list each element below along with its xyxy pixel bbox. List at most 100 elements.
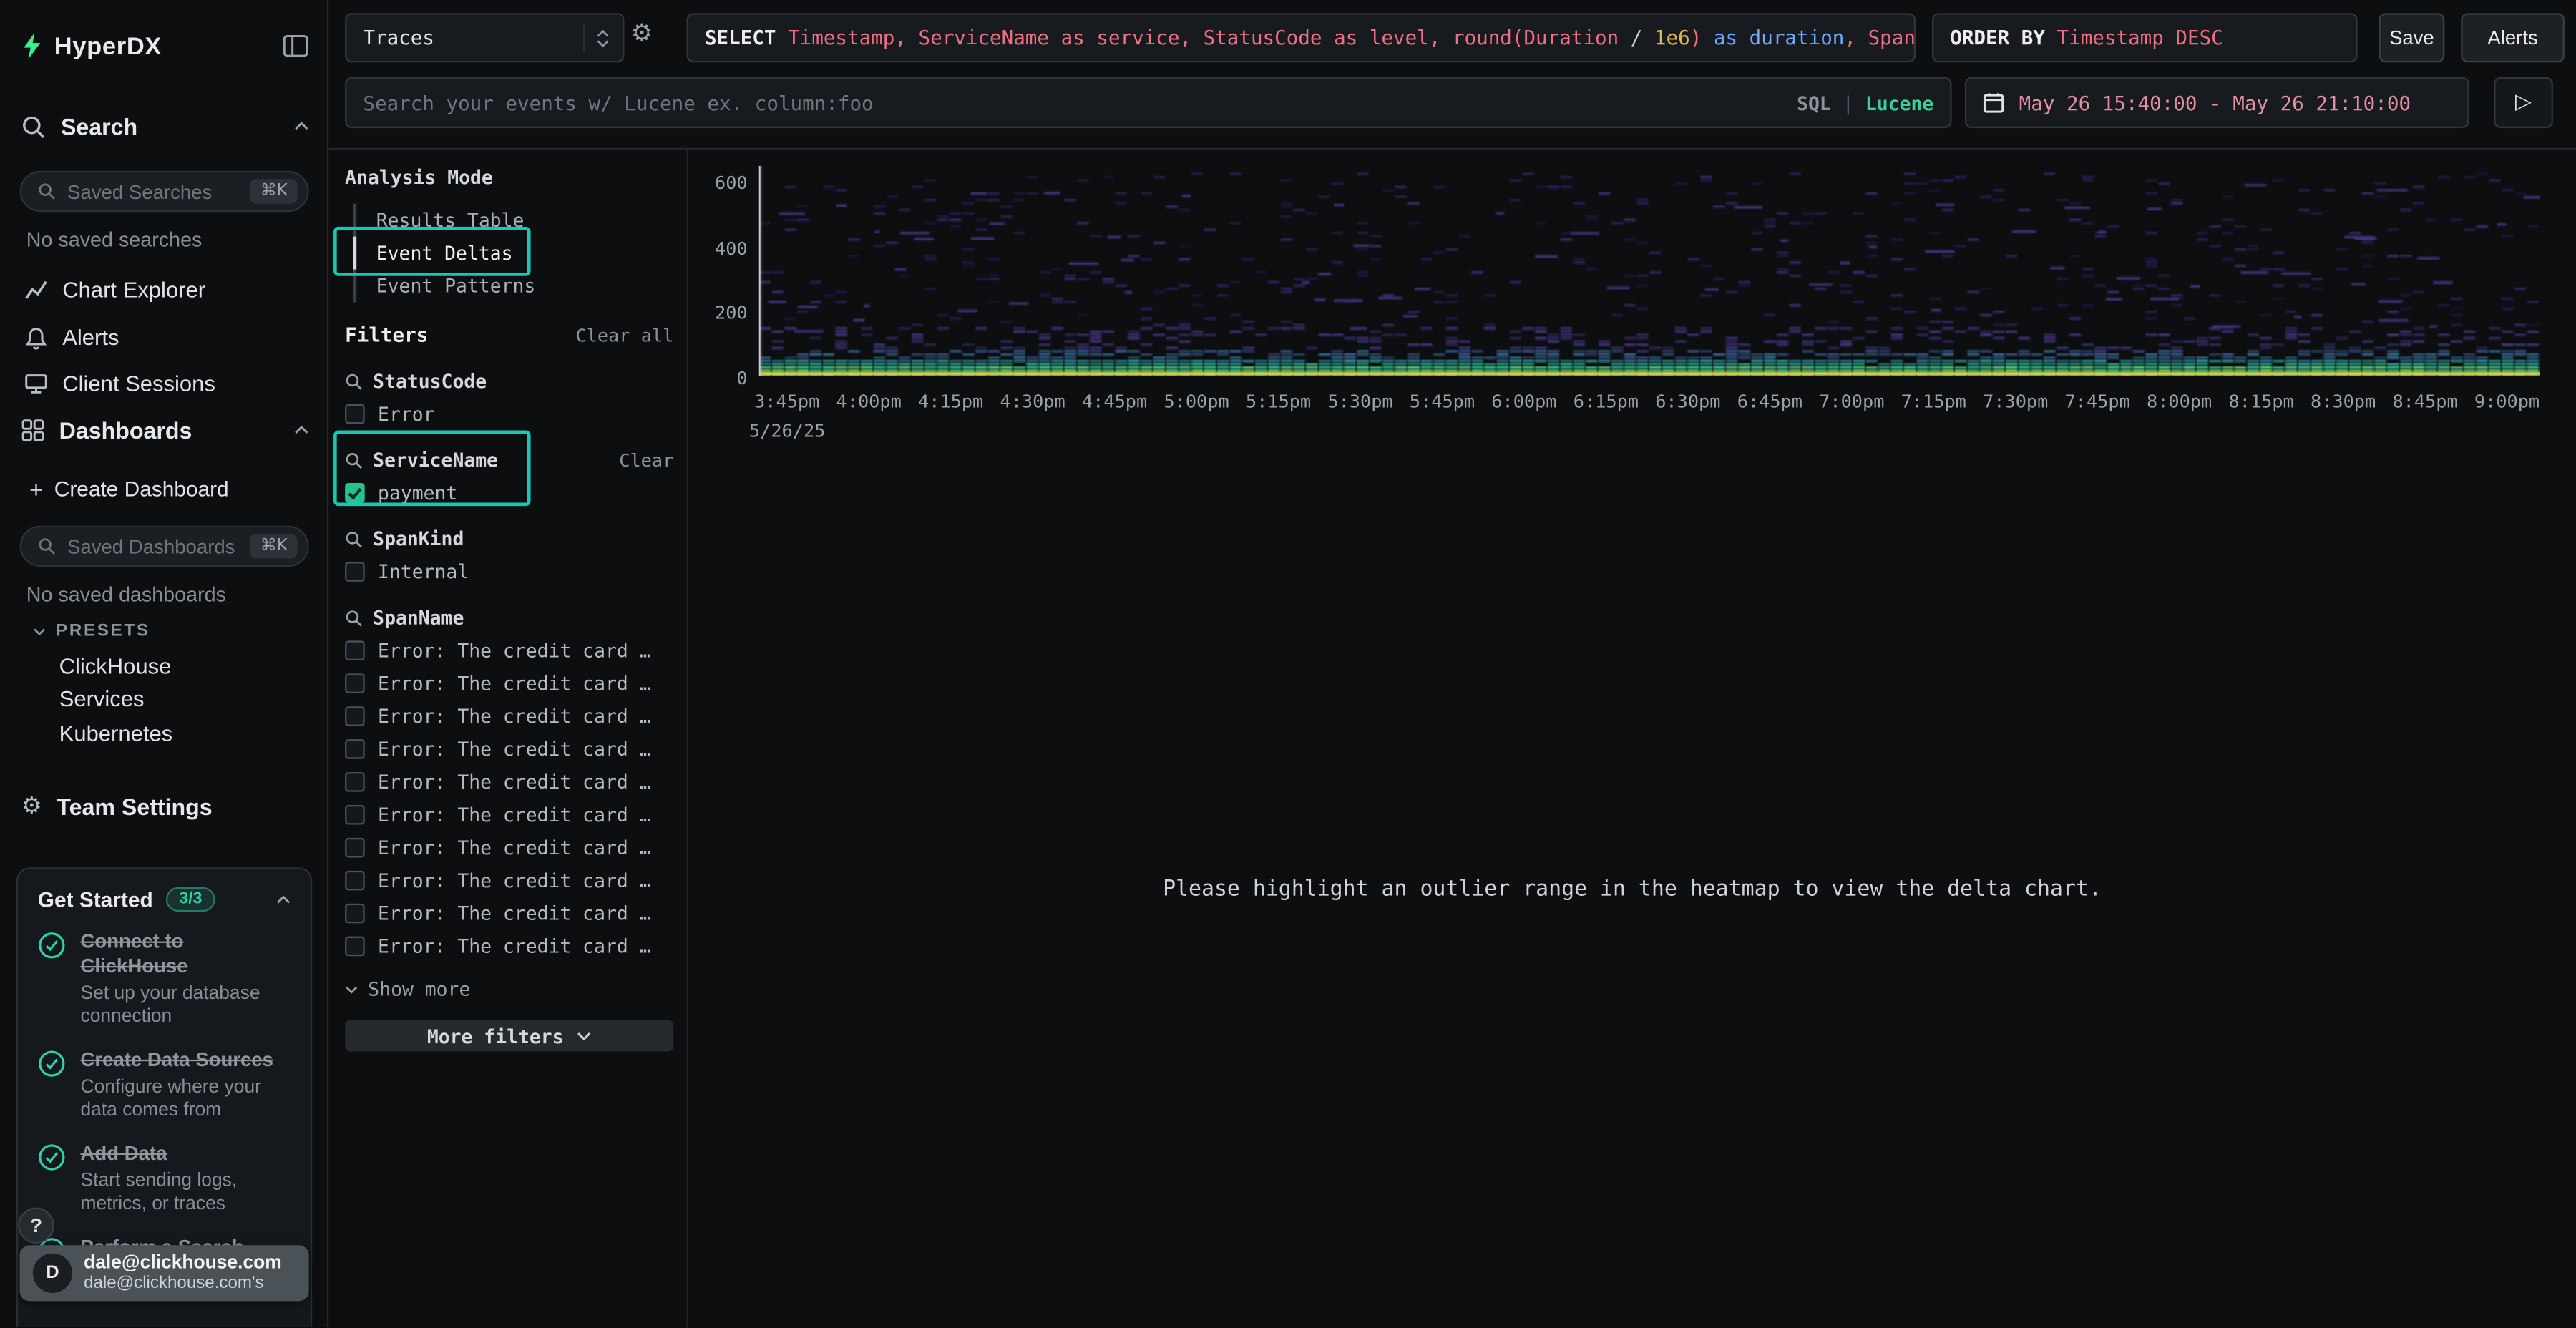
analysis-mode-event-patterns[interactable]: Event Patterns: [353, 270, 674, 303]
preset-clickhouse[interactable]: ClickHouse: [0, 652, 328, 678]
filter-clear-link[interactable]: Clear: [619, 449, 673, 471]
checkbox-icon[interactable]: [345, 640, 365, 660]
x-tick-label: 4:30pm: [1000, 391, 1065, 412]
filter-group-name: ServiceName: [373, 449, 609, 472]
get-started-item-texts: Create Data SourcesConfigure where your …: [80, 1048, 291, 1122]
get-started-item-texts: Add Data Start sending logs, metrics, or …: [80, 1142, 291, 1216]
checkbox-icon[interactable]: [345, 937, 365, 957]
filter-option[interactable]: payment: [345, 482, 673, 504]
date-range-picker[interactable]: May 26 15:40:00 - May 26 21:10:00: [1965, 77, 2469, 128]
checkbox-icon[interactable]: [345, 673, 365, 693]
check-circle-icon: [38, 932, 66, 960]
filter-option[interactable]: Error: The credit card …: [345, 934, 673, 957]
filter-option-label: Error: The credit card …: [378, 705, 651, 728]
filter-option[interactable]: Internal: [345, 560, 673, 583]
orderby-editor[interactable]: ORDER BY Timestamp DESC: [1932, 13, 2358, 62]
chevron-down-icon: [577, 1031, 592, 1041]
filter-option-label: Error: The credit card …: [378, 902, 651, 924]
filter-option[interactable]: Error: The credit card …: [345, 771, 673, 794]
chevron-down-icon: [33, 627, 46, 635]
checkbox-checked-icon[interactable]: [345, 483, 365, 503]
get-started-header[interactable]: Get Started 3/3: [38, 887, 291, 912]
analysis-mode-results-table[interactable]: Results Table: [353, 204, 674, 237]
event-search-input[interactable]: Search your events w/ Lucene ex. column:…: [345, 77, 1951, 128]
get-started-item-subtitle: Start sending logs, metrics, or traces: [80, 1170, 291, 1216]
save-button[interactable]: Save: [2379, 13, 2444, 62]
source-select[interactable]: Traces: [345, 13, 624, 62]
filter-option[interactable]: Error: The credit card …: [345, 672, 673, 695]
checkbox-icon[interactable]: [345, 805, 365, 825]
filter-option[interactable]: Error: [345, 402, 673, 425]
sidebar-item-team-settings[interactable]: ⚙ Team Settings: [0, 788, 328, 825]
filter-option[interactable]: Error: The credit card …: [345, 836, 673, 859]
hyperdx-logo-icon: [21, 33, 43, 59]
sidebar-item-chart-explorer[interactable]: Chart Explorer: [0, 274, 328, 306]
filter-group-header[interactable]: StatusCode: [345, 370, 673, 393]
user-menu[interactable]: D dale@clickhouse.com dale@clickhouse.co…: [20, 1245, 309, 1301]
y-tick-label: 200: [692, 303, 748, 324]
saved-dashboards-input[interactable]: Saved Dashboards ⌘K: [20, 526, 309, 567]
create-dashboard-label: Create Dashboard: [54, 477, 229, 501]
create-dashboard-button[interactable]: + Create Dashboard: [0, 473, 328, 504]
chevron-up-icon[interactable]: [276, 894, 291, 904]
saved-searches-input[interactable]: Saved Searches ⌘K: [20, 171, 309, 212]
filter-option[interactable]: Error: The credit card …: [345, 804, 673, 826]
app-root: HyperDX Search Saved Searches ⌘K No save…: [0, 0, 2576, 1328]
sidebar-item-alerts[interactable]: Alerts: [0, 322, 328, 353]
filter-group-header[interactable]: SpanKind: [345, 527, 673, 550]
sidebar-item-client-sessions[interactable]: Client Sessions: [0, 368, 328, 399]
filter-option-label: Error: The credit card …: [378, 836, 651, 859]
show-more-link[interactable]: Show more: [345, 977, 673, 1000]
alerts-button[interactable]: Alerts: [2461, 13, 2565, 62]
filter-option[interactable]: Error: The credit card …: [345, 902, 673, 924]
filter-option[interactable]: Error: The credit card …: [345, 738, 673, 761]
checkbox-icon[interactable]: [345, 838, 365, 858]
sql-select-editor[interactable]: SELECT Timestamp, ServiceName as service…: [687, 13, 1916, 62]
get-started-item-title: Add Data: [80, 1142, 291, 1166]
language-toggle-sql[interactable]: SQL: [1797, 91, 1831, 114]
clear-all-link[interactable]: Clear all: [575, 324, 673, 346]
filter-option[interactable]: Error: The credit card …: [345, 869, 673, 892]
checkbox-icon[interactable]: [345, 772, 365, 792]
preset-kubernetes[interactable]: Kubernetes: [0, 720, 328, 746]
filter-group-header[interactable]: SpanName: [345, 606, 673, 629]
filter-option-label: Internal: [378, 560, 469, 583]
checkbox-icon[interactable]: [345, 871, 365, 891]
sql-token: Timestamp, ServiceName as service, Statu…: [788, 26, 1631, 49]
get-started-item[interactable]: Connect to ClickHouseSet up your databas…: [38, 929, 291, 1028]
checkbox-icon[interactable]: [345, 739, 365, 759]
chevron-up-icon[interactable]: [294, 122, 309, 132]
filter-option-label: Error: The credit card …: [378, 934, 651, 957]
user-email: dale@clickhouse.com: [84, 1254, 282, 1274]
source-select-value: Traces: [363, 26, 583, 49]
get-started-item[interactable]: Add Data Start sending logs, metrics, or …: [38, 1142, 291, 1216]
x-tick-label: 4:00pm: [836, 391, 902, 412]
run-query-button[interactable]: ▷: [2494, 77, 2553, 128]
analysis-mode-event-deltas[interactable]: Event Deltas: [353, 237, 674, 270]
chevron-up-icon[interactable]: [294, 426, 309, 436]
sidebar-collapse-icon[interactable]: [283, 34, 309, 57]
language-toggle-lucene[interactable]: Lucene: [1865, 91, 1933, 114]
checkbox-icon[interactable]: [345, 404, 365, 424]
sidebar-section-dashboards[interactable]: Dashboards: [0, 412, 328, 449]
app-title: HyperDX: [54, 32, 283, 60]
heatmap-canvas[interactable]: [759, 166, 2540, 376]
get-started-title: Get Started: [38, 887, 153, 912]
preset-services[interactable]: Services: [0, 685, 328, 711]
source-settings-gear-icon[interactable]: ⚙: [631, 21, 653, 46]
checkbox-icon[interactable]: [345, 904, 365, 924]
x-tick-label: 5:30pm: [1327, 391, 1392, 412]
get-started-item[interactable]: Create Data SourcesConfigure where your …: [38, 1048, 291, 1122]
sidebar-section-search[interactable]: Search: [0, 109, 328, 145]
help-button[interactable]: ?: [18, 1207, 54, 1244]
filter-group-header[interactable]: ServiceName Clear: [345, 449, 673, 472]
checkbox-icon[interactable]: [345, 562, 365, 582]
filter-option[interactable]: Error: The credit card …: [345, 705, 673, 728]
gear-icon: ⚙: [21, 795, 42, 818]
filter-option[interactable]: Error: The credit card …: [345, 639, 673, 662]
x-tick-label: 7:00pm: [1819, 391, 1884, 412]
more-filters-button[interactable]: More filters: [345, 1020, 673, 1052]
presets-toggle[interactable]: PRESETS: [0, 620, 328, 643]
checkbox-icon[interactable]: [345, 706, 365, 726]
check-circle-icon: [38, 1050, 66, 1078]
